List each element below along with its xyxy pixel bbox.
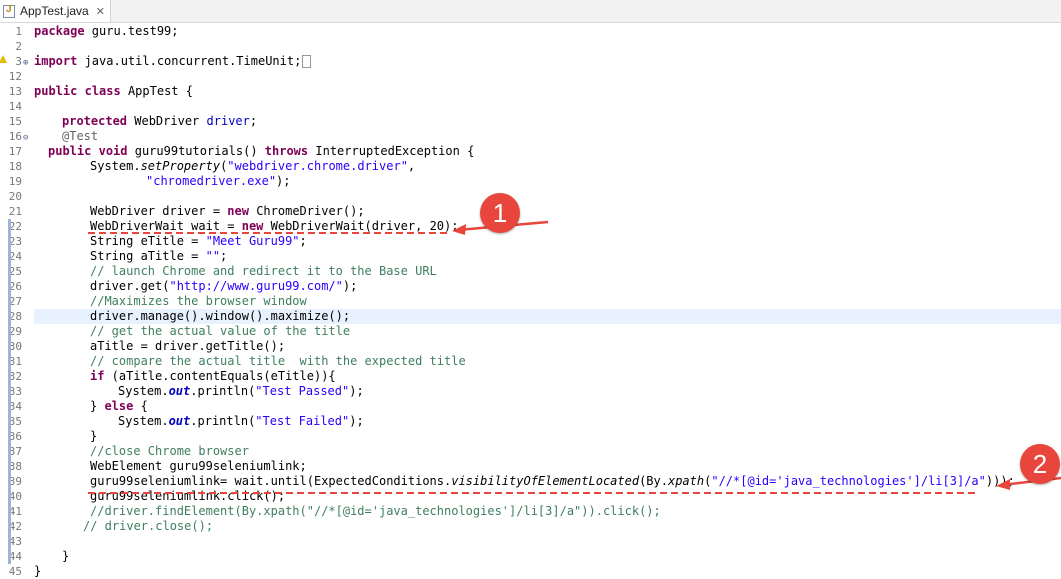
annotation-badge-2: 2 (1020, 444, 1060, 484)
annotation-badge-1: 1 (480, 193, 520, 233)
annotation-arrowhead-2 (996, 479, 1010, 490)
annotation-arrowhead-1 (452, 224, 466, 235)
annotation-overlay (88, 220, 1061, 494)
